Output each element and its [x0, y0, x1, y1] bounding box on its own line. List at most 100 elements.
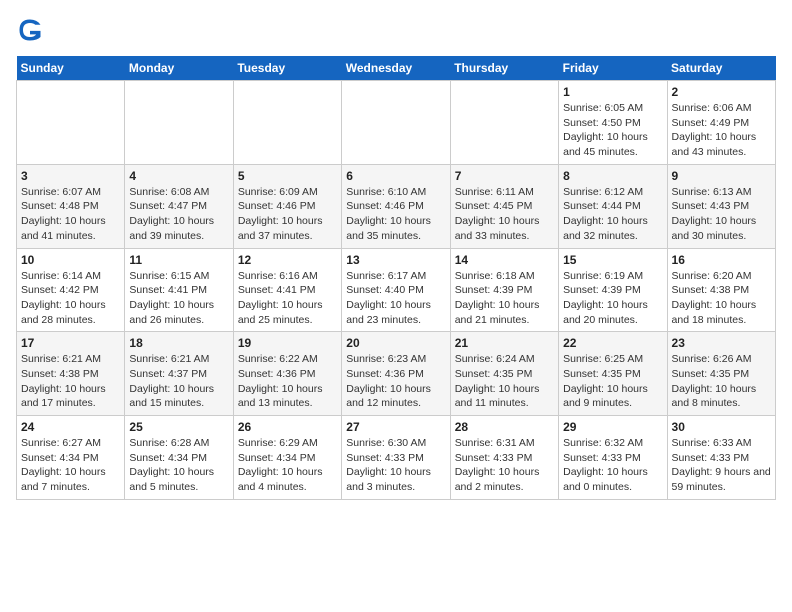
day-cell [450, 81, 558, 165]
day-info: Sunrise: 6:14 AM Sunset: 4:42 PM Dayligh… [21, 269, 120, 328]
day-info: Sunrise: 6:10 AM Sunset: 4:46 PM Dayligh… [346, 185, 445, 244]
day-cell: 26 Sunrise: 6:29 AM Sunset: 4:34 PM Dayli… [233, 416, 341, 500]
day-cell: 30 Sunrise: 6:33 AM Sunset: 4:33 PM Dayli… [667, 416, 775, 500]
day-cell: 13 Sunrise: 6:17 AM Sunset: 4:40 PM Dayli… [342, 248, 450, 332]
day-number: 26 [238, 420, 337, 434]
day-cell: 2 Sunrise: 6:06 AM Sunset: 4:49 PM Daylig… [667, 81, 775, 165]
day-cell: 1Sunrise: 6:05 AM Sunset: 4:50 PM Daylig… [559, 81, 667, 165]
day-number: 30 [672, 420, 771, 434]
day-number: 27 [346, 420, 445, 434]
page-header [16, 16, 776, 44]
day-number: 9 [672, 169, 771, 183]
day-number: 8 [563, 169, 662, 183]
day-info: Sunrise: 6:31 AM Sunset: 4:33 PM Dayligh… [455, 436, 554, 495]
header-day-thursday: Thursday [450, 56, 558, 81]
calendar-body: 1Sunrise: 6:05 AM Sunset: 4:50 PM Daylig… [17, 81, 776, 500]
day-cell: 12 Sunrise: 6:16 AM Sunset: 4:41 PM Dayli… [233, 248, 341, 332]
calendar-header: SundayMondayTuesdayWednesdayThursdayFrid… [17, 56, 776, 81]
day-cell: 9 Sunrise: 6:13 AM Sunset: 4:43 PM Daylig… [667, 164, 775, 248]
day-cell: 28 Sunrise: 6:31 AM Sunset: 4:33 PM Dayli… [450, 416, 558, 500]
day-info: Sunrise: 6:11 AM Sunset: 4:45 PM Dayligh… [455, 185, 554, 244]
day-number: 10 [21, 253, 120, 267]
day-cell [342, 81, 450, 165]
logo-icon [16, 16, 44, 44]
week-row-2: 3 Sunrise: 6:07 AM Sunset: 4:48 PM Daylig… [17, 164, 776, 248]
day-info: Sunrise: 6:33 AM Sunset: 4:33 PM Dayligh… [672, 436, 771, 495]
day-info: Sunrise: 6:09 AM Sunset: 4:46 PM Dayligh… [238, 185, 337, 244]
day-info: Sunrise: 6:32 AM Sunset: 4:33 PM Dayligh… [563, 436, 662, 495]
day-cell: 27 Sunrise: 6:30 AM Sunset: 4:33 PM Dayli… [342, 416, 450, 500]
day-info: Sunrise: 6:29 AM Sunset: 4:34 PM Dayligh… [238, 436, 337, 495]
day-cell: 10 Sunrise: 6:14 AM Sunset: 4:42 PM Dayli… [17, 248, 125, 332]
logo [16, 16, 48, 44]
header-day-saturday: Saturday [667, 56, 775, 81]
day-cell [17, 81, 125, 165]
day-number: 6 [346, 169, 445, 183]
day-number: 19 [238, 336, 337, 350]
day-cell: 19 Sunrise: 6:22 AM Sunset: 4:36 PM Dayli… [233, 332, 341, 416]
week-row-3: 10 Sunrise: 6:14 AM Sunset: 4:42 PM Dayli… [17, 248, 776, 332]
header-day-wednesday: Wednesday [342, 56, 450, 81]
day-info: Sunrise: 6:06 AM Sunset: 4:49 PM Dayligh… [672, 101, 771, 160]
day-info: Sunrise: 6:18 AM Sunset: 4:39 PM Dayligh… [455, 269, 554, 328]
day-number: 7 [455, 169, 554, 183]
week-row-4: 17Sunrise: 6:21 AM Sunset: 4:38 PM Dayli… [17, 332, 776, 416]
day-info: Sunrise: 6:19 AM Sunset: 4:39 PM Dayligh… [563, 269, 662, 328]
day-cell [233, 81, 341, 165]
header-day-sunday: Sunday [17, 56, 125, 81]
day-number: 3 [21, 169, 120, 183]
day-info: Sunrise: 6:12 AM Sunset: 4:44 PM Dayligh… [563, 185, 662, 244]
day-cell: 25 Sunrise: 6:28 AM Sunset: 4:34 PM Dayli… [125, 416, 233, 500]
header-row: SundayMondayTuesdayWednesdayThursdayFrid… [17, 56, 776, 81]
day-info: Sunrise: 6:07 AM Sunset: 4:48 PM Dayligh… [21, 185, 120, 244]
day-info: Sunrise: 6:13 AM Sunset: 4:43 PM Dayligh… [672, 185, 771, 244]
day-number: 28 [455, 420, 554, 434]
day-cell: 23 Sunrise: 6:26 AM Sunset: 4:35 PM Dayli… [667, 332, 775, 416]
day-info: Sunrise: 6:27 AM Sunset: 4:34 PM Dayligh… [21, 436, 120, 495]
day-info: Sunrise: 6:16 AM Sunset: 4:41 PM Dayligh… [238, 269, 337, 328]
day-cell: 20 Sunrise: 6:23 AM Sunset: 4:36 PM Dayli… [342, 332, 450, 416]
day-cell: 8 Sunrise: 6:12 AM Sunset: 4:44 PM Daylig… [559, 164, 667, 248]
day-cell: 29 Sunrise: 6:32 AM Sunset: 4:33 PM Dayli… [559, 416, 667, 500]
day-info: Sunrise: 6:21 AM Sunset: 4:38 PM Dayligh… [21, 352, 120, 411]
day-cell: 24 Sunrise: 6:27 AM Sunset: 4:34 PM Dayli… [17, 416, 125, 500]
day-number: 21 [455, 336, 554, 350]
day-info: Sunrise: 6:17 AM Sunset: 4:40 PM Dayligh… [346, 269, 445, 328]
day-number: 4 [129, 169, 228, 183]
day-number: 13 [346, 253, 445, 267]
day-number: 11 [129, 253, 228, 267]
day-info: Sunrise: 6:26 AM Sunset: 4:35 PM Dayligh… [672, 352, 771, 411]
day-info: Sunrise: 6:28 AM Sunset: 4:34 PM Dayligh… [129, 436, 228, 495]
day-info: Sunrise: 6:22 AM Sunset: 4:36 PM Dayligh… [238, 352, 337, 411]
day-number: 16 [672, 253, 771, 267]
day-number: 24 [21, 420, 120, 434]
day-cell: 6 Sunrise: 6:10 AM Sunset: 4:46 PM Daylig… [342, 164, 450, 248]
day-cell: 22 Sunrise: 6:25 AM Sunset: 4:35 PM Dayli… [559, 332, 667, 416]
week-row-1: 1Sunrise: 6:05 AM Sunset: 4:50 PM Daylig… [17, 81, 776, 165]
week-row-5: 24 Sunrise: 6:27 AM Sunset: 4:34 PM Dayli… [17, 416, 776, 500]
day-info: Sunrise: 6:05 AM Sunset: 4:50 PM Dayligh… [563, 101, 662, 160]
day-number: 18 [129, 336, 228, 350]
header-day-friday: Friday [559, 56, 667, 81]
day-number: 12 [238, 253, 337, 267]
day-info: Sunrise: 6:08 AM Sunset: 4:47 PM Dayligh… [129, 185, 228, 244]
day-cell: 15Sunrise: 6:19 AM Sunset: 4:39 PM Dayli… [559, 248, 667, 332]
day-cell: 4 Sunrise: 6:08 AM Sunset: 4:47 PM Daylig… [125, 164, 233, 248]
day-cell [125, 81, 233, 165]
day-number: 2 [672, 85, 771, 99]
day-number: 25 [129, 420, 228, 434]
day-info: Sunrise: 6:15 AM Sunset: 4:41 PM Dayligh… [129, 269, 228, 328]
header-day-monday: Monday [125, 56, 233, 81]
day-info: Sunrise: 6:25 AM Sunset: 4:35 PM Dayligh… [563, 352, 662, 411]
day-number: 20 [346, 336, 445, 350]
day-cell: 5Sunrise: 6:09 AM Sunset: 4:46 PM Daylig… [233, 164, 341, 248]
day-info: Sunrise: 6:30 AM Sunset: 4:33 PM Dayligh… [346, 436, 445, 495]
day-number: 23 [672, 336, 771, 350]
day-number: 22 [563, 336, 662, 350]
day-cell: 11 Sunrise: 6:15 AM Sunset: 4:41 PM Dayli… [125, 248, 233, 332]
day-cell: 16Sunrise: 6:20 AM Sunset: 4:38 PM Dayli… [667, 248, 775, 332]
day-cell: 21Sunrise: 6:24 AM Sunset: 4:35 PM Dayli… [450, 332, 558, 416]
day-number: 29 [563, 420, 662, 434]
day-cell: 3 Sunrise: 6:07 AM Sunset: 4:48 PM Daylig… [17, 164, 125, 248]
day-info: Sunrise: 6:23 AM Sunset: 4:36 PM Dayligh… [346, 352, 445, 411]
